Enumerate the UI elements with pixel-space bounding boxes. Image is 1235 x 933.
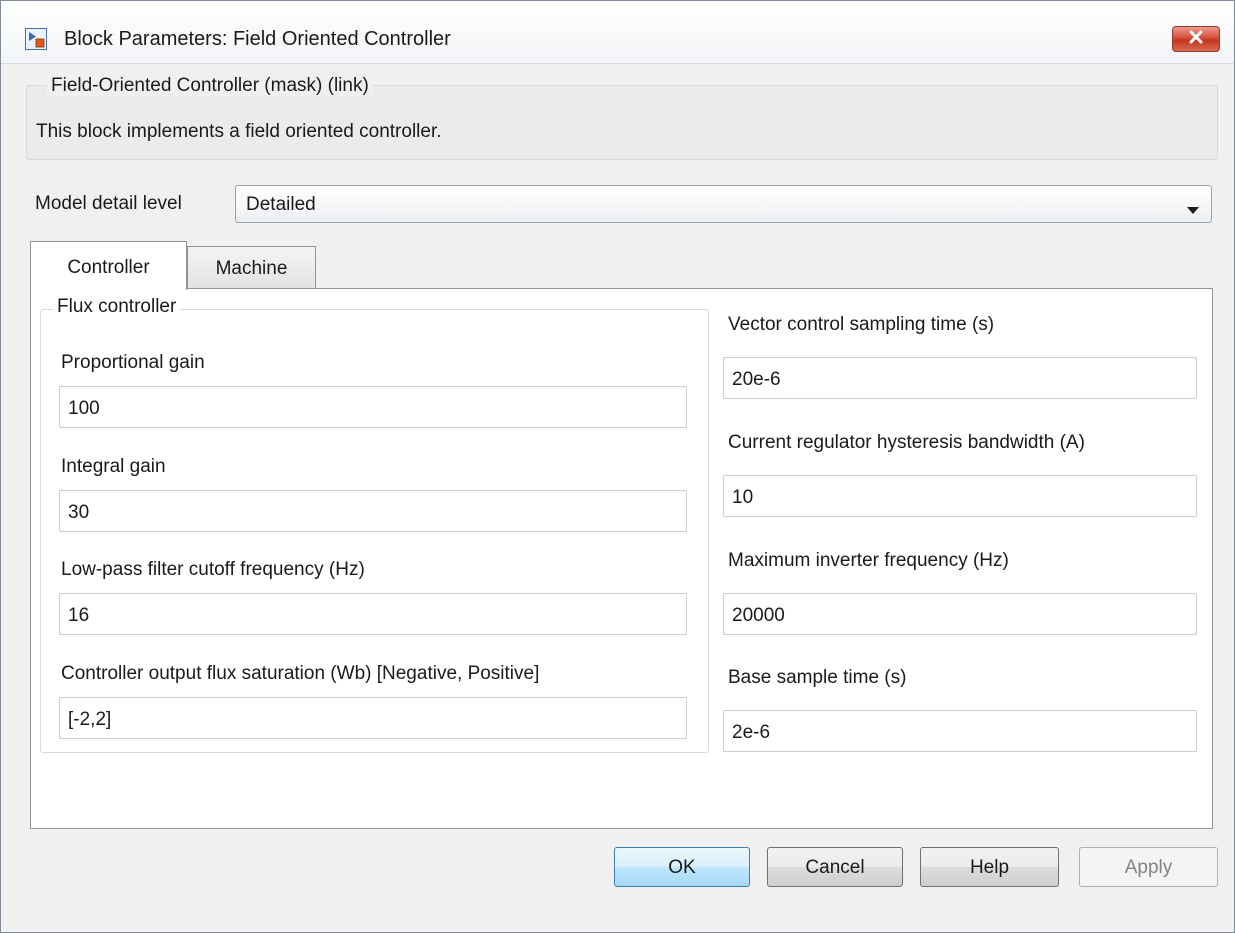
dropdown-arrow-icon [1187,201,1199,219]
flux-saturation-label: Controller output flux saturation (Wb) [… [61,663,540,684]
low-pass-cutoff-input[interactable]: 16 [59,593,687,635]
block-parameters-dialog: Block Parameters: Field Oriented Control… [0,0,1235,933]
ok-button[interactable]: OK [614,847,750,887]
flux-controller-heading: Flux controller [53,296,181,318]
cancel-button[interactable]: Cancel [767,847,903,887]
proportional-gain-label: Proportional gain [61,352,205,373]
proportional-gain-input[interactable]: 100 [59,386,687,428]
max-inverter-frequency-label: Maximum inverter frequency (Hz) [728,550,1009,571]
model-detail-level-label: Model detail level [35,193,182,214]
mask-heading: Field-Oriented Controller (mask) (link) [47,75,373,97]
hysteresis-bandwidth-input[interactable]: 10 [723,475,1197,517]
vector-control-sampling-time-input[interactable]: 20e-6 [723,357,1197,399]
model-detail-level-value: Detailed [246,194,316,215]
controller-tab-panel: Flux controller Proportional gain 100 In… [30,288,1213,829]
integral-gain-label: Integral gain [61,456,166,477]
tab-machine[interactable]: Machine [187,246,316,288]
apply-button[interactable]: Apply [1079,847,1218,887]
hysteresis-bandwidth-label: Current regulator hysteresis bandwidth (… [728,432,1085,453]
max-inverter-frequency-input[interactable]: 20000 [723,593,1197,635]
title-bar[interactable]: Block Parameters: Field Oriented Control… [1,1,1234,64]
close-button[interactable] [1172,26,1220,52]
integral-gain-input[interactable]: 30 [59,490,687,532]
close-x-icon [1188,30,1204,49]
help-button[interactable]: Help [920,847,1059,887]
mask-description: This block implements a field oriented c… [36,121,442,142]
model-detail-level-select[interactable]: Detailed [235,185,1212,223]
window-title: Block Parameters: Field Oriented Control… [64,28,451,50]
simulink-block-icon [25,28,47,50]
low-pass-cutoff-label: Low-pass filter cutoff frequency (Hz) [61,559,365,580]
flux-saturation-input[interactable]: [-2,2] [59,697,687,739]
base-sample-time-input[interactable]: 2e-6 [723,710,1197,752]
base-sample-time-label: Base sample time (s) [728,667,907,688]
vector-control-sampling-time-label: Vector control sampling time (s) [728,314,995,335]
tab-controller[interactable]: Controller [30,241,187,290]
